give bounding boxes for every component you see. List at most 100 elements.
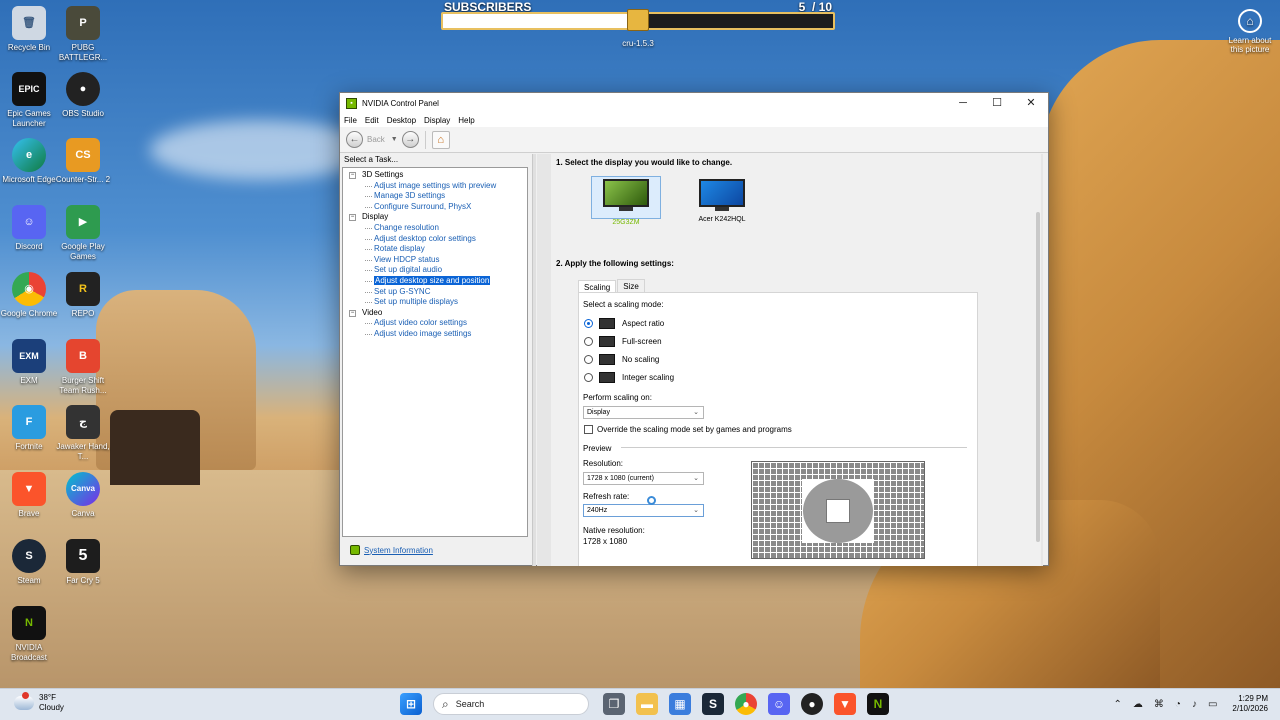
tree-item-manage-3d-settings[interactable]: Manage 3D settings: [343, 191, 527, 202]
tree-item-adjust-video-image[interactable]: Adjust video image settings: [343, 329, 527, 340]
obs-taskbar-icon[interactable]: ●: [801, 693, 823, 715]
display-25g3zm[interactable]: 25G3ZM: [591, 176, 661, 226]
scaling-mode-full-screen[interactable]: Full-screen: [584, 336, 662, 347]
radio-full-screen[interactable]: [584, 337, 593, 346]
settings-scrollbar[interactable]: [1036, 212, 1040, 542]
desktop-icon-canva[interactable]: Canva Canva: [54, 472, 112, 519]
tree-item-view-hdcp-status[interactable]: View HDCP status: [343, 255, 527, 266]
brave-taskbar-icon[interactable]: ▼: [834, 693, 856, 715]
desktop-icon-fortnite[interactable]: F Fortnite: [0, 405, 58, 452]
refresh-rate-select[interactable]: 240Hz ⌄: [583, 504, 704, 517]
back-arrow-icon[interactable]: ←: [346, 131, 363, 148]
resolution-select[interactable]: 1728 x 1080 (current) ⌄: [583, 472, 704, 485]
desktop-icon-label: Epic Games Launcher: [7, 109, 51, 128]
desktop-icon-nvidia-broadcast[interactable]: N NVIDIA Broadcast: [0, 606, 58, 663]
desktop-icon-chrome[interactable]: ◉ Google Chrome: [0, 272, 58, 319]
collapse-icon[interactable]: −: [349, 309, 356, 317]
desktop-icon-google-play-games[interactable]: ▶ Google Play Games: [54, 205, 112, 262]
radio-no-scaling[interactable]: [584, 355, 593, 364]
menu-help[interactable]: Help: [458, 116, 474, 125]
tree-item-set-up-multiple-displays[interactable]: Set up multiple displays: [343, 297, 527, 308]
native-resolution-value: 1728 x 1080: [583, 537, 628, 546]
tree-item-configure-surround[interactable]: Configure Surround, PhysX: [343, 202, 527, 213]
task-pane-header: Select a Task...: [344, 155, 399, 164]
desktop-icon-jawaker[interactable]: ج Jawaker Hand, T...: [54, 405, 112, 462]
network-icon[interactable]: ◔: [1175, 699, 1181, 710]
learn-about-picture[interactable]: ⌂ Learn about this picture: [1222, 9, 1278, 54]
volume-icon[interactable]: ♪: [1192, 699, 1197, 710]
collapse-icon[interactable]: −: [349, 172, 356, 179]
desktop-icon-recycle-bin[interactable]: 🗑 Recycle Bin: [0, 6, 58, 53]
tab-size[interactable]: Size: [617, 279, 645, 293]
nvidia-taskbar-icon[interactable]: N: [867, 693, 889, 715]
preview-divider: [621, 447, 967, 448]
desktop-icon-exm[interactable]: EXM EXM: [0, 339, 58, 386]
tree-item-change-resolution[interactable]: Change resolution: [343, 223, 527, 234]
tree-item-adjust-image-settings[interactable]: Adjust image settings with preview: [343, 181, 527, 192]
desktop-icon-pubg[interactable]: P PUBG BATTLEGR...: [54, 6, 112, 63]
tree-category-3d-settings[interactable]: −3D Settings: [343, 170, 527, 181]
title-bar[interactable]: ▪ NVIDIA Control Panel ─ ☐ ✕: [340, 93, 1048, 113]
radio-aspect-ratio[interactable]: [584, 319, 593, 328]
full-screen-icon: [599, 336, 615, 347]
desktop-icon-brave[interactable]: ▼ Brave: [0, 472, 58, 519]
steam-taskbar-icon[interactable]: S: [702, 693, 724, 715]
chrome-taskbar-icon[interactable]: ●: [735, 693, 757, 715]
tree-item-set-up-digital-audio[interactable]: Set up digital audio: [343, 265, 527, 276]
tree-category-video[interactable]: − Video: [343, 308, 527, 319]
scaling-mode-integer[interactable]: Integer scaling: [584, 372, 674, 383]
forward-arrow-icon[interactable]: →: [401, 131, 419, 148]
display-acer-k242hql[interactable]: Acer K242HQL: [687, 179, 757, 223]
override-scaling-label: Override the scaling mode set by games a…: [597, 425, 792, 434]
menu-display[interactable]: Display: [424, 116, 450, 125]
taskbar-clock[interactable]: 1:29 PM 2/10/2026: [1232, 694, 1268, 714]
maximize-button[interactable]: ☐: [980, 93, 1014, 113]
onedrive-icon[interactable]: ☁: [1133, 699, 1143, 710]
tree-item-adjust-desktop-color[interactable]: Adjust desktop color settings: [343, 234, 527, 245]
task-view-icon[interactable]: ❐: [603, 693, 625, 715]
desktop-icon-steam[interactable]: S Steam: [0, 539, 58, 586]
cloudy-weather-icon: [14, 692, 34, 710]
home-icon[interactable]: ⌂: [431, 130, 450, 149]
system-information-label[interactable]: System Information: [364, 546, 433, 555]
language-icon[interactable]: ⌘: [1154, 699, 1164, 710]
override-scaling-checkbox[interactable]: [584, 425, 593, 434]
collapse-icon[interactable]: −: [349, 214, 356, 222]
desktop-icon-far-cry-5[interactable]: 5 Far Cry 5: [54, 539, 112, 586]
minimize-button[interactable]: ─: [946, 93, 980, 113]
tree-item-rotate-display[interactable]: Rotate display: [343, 244, 527, 255]
system-information-link[interactable]: System Information: [350, 545, 433, 555]
tree-item-set-up-g-sync[interactable]: Set up G-SYNC: [343, 287, 527, 298]
back-history-dropdown-icon[interactable]: ▼: [391, 136, 398, 143]
desktop-icon-burger-shift[interactable]: B Burger Shift Team Rush...: [54, 339, 112, 396]
desktop-icon-discord[interactable]: ☺ Discord: [0, 205, 58, 252]
desktop-icon-obs[interactable]: ● OBS Studio: [54, 72, 112, 119]
menu-edit[interactable]: Edit: [365, 116, 379, 125]
desktop-icon-edge[interactable]: e Microsoft Edge: [0, 138, 58, 185]
tree-item-adjust-video-color[interactable]: Adjust video color settings: [343, 318, 527, 329]
scaling-mode-no-scaling[interactable]: No scaling: [584, 354, 659, 365]
tree-item-adjust-desktop-size[interactable]: Adjust desktop size and position: [343, 275, 527, 287]
override-scaling-checkbox-row[interactable]: Override the scaling mode set by games a…: [584, 425, 792, 434]
microsoft-store-icon[interactable]: ▦: [669, 693, 691, 715]
radio-integer-scaling[interactable]: [584, 373, 593, 382]
close-button[interactable]: ✕: [1014, 93, 1048, 113]
menu-desktop[interactable]: Desktop: [387, 116, 416, 125]
show-hidden-icons-chevron-icon[interactable]: ⌃: [1114, 699, 1122, 710]
scaling-mode-aspect-ratio[interactable]: Aspect ratio: [584, 318, 664, 329]
desktop-icon-counter-strike[interactable]: CS Counter-Str... 2: [54, 138, 112, 185]
file-explorer-icon[interactable]: ▬: [636, 693, 658, 715]
scaling-mode-label: No scaling: [622, 355, 660, 364]
back-button-label[interactable]: Back: [367, 135, 385, 144]
pane-splitter[interactable]: [532, 154, 536, 566]
weather-widget[interactable]: 38°F Cloudy: [14, 692, 64, 713]
desktop-icon-repo[interactable]: R REPO: [54, 272, 112, 319]
menu-file[interactable]: File: [344, 116, 357, 125]
desktop-icon-epic-games[interactable]: EPIC Epic Games Launcher: [0, 72, 58, 129]
battery-icon[interactable]: ▭: [1208, 699, 1217, 710]
discord-taskbar-icon[interactable]: ☺: [768, 693, 790, 715]
perform-scaling-select[interactable]: Display ⌄: [583, 406, 704, 419]
windows-start-icon[interactable]: ⊞: [400, 693, 422, 715]
tree-category-display[interactable]: − Display: [343, 212, 527, 223]
taskbar-search[interactable]: ⌕ Search: [433, 693, 589, 715]
